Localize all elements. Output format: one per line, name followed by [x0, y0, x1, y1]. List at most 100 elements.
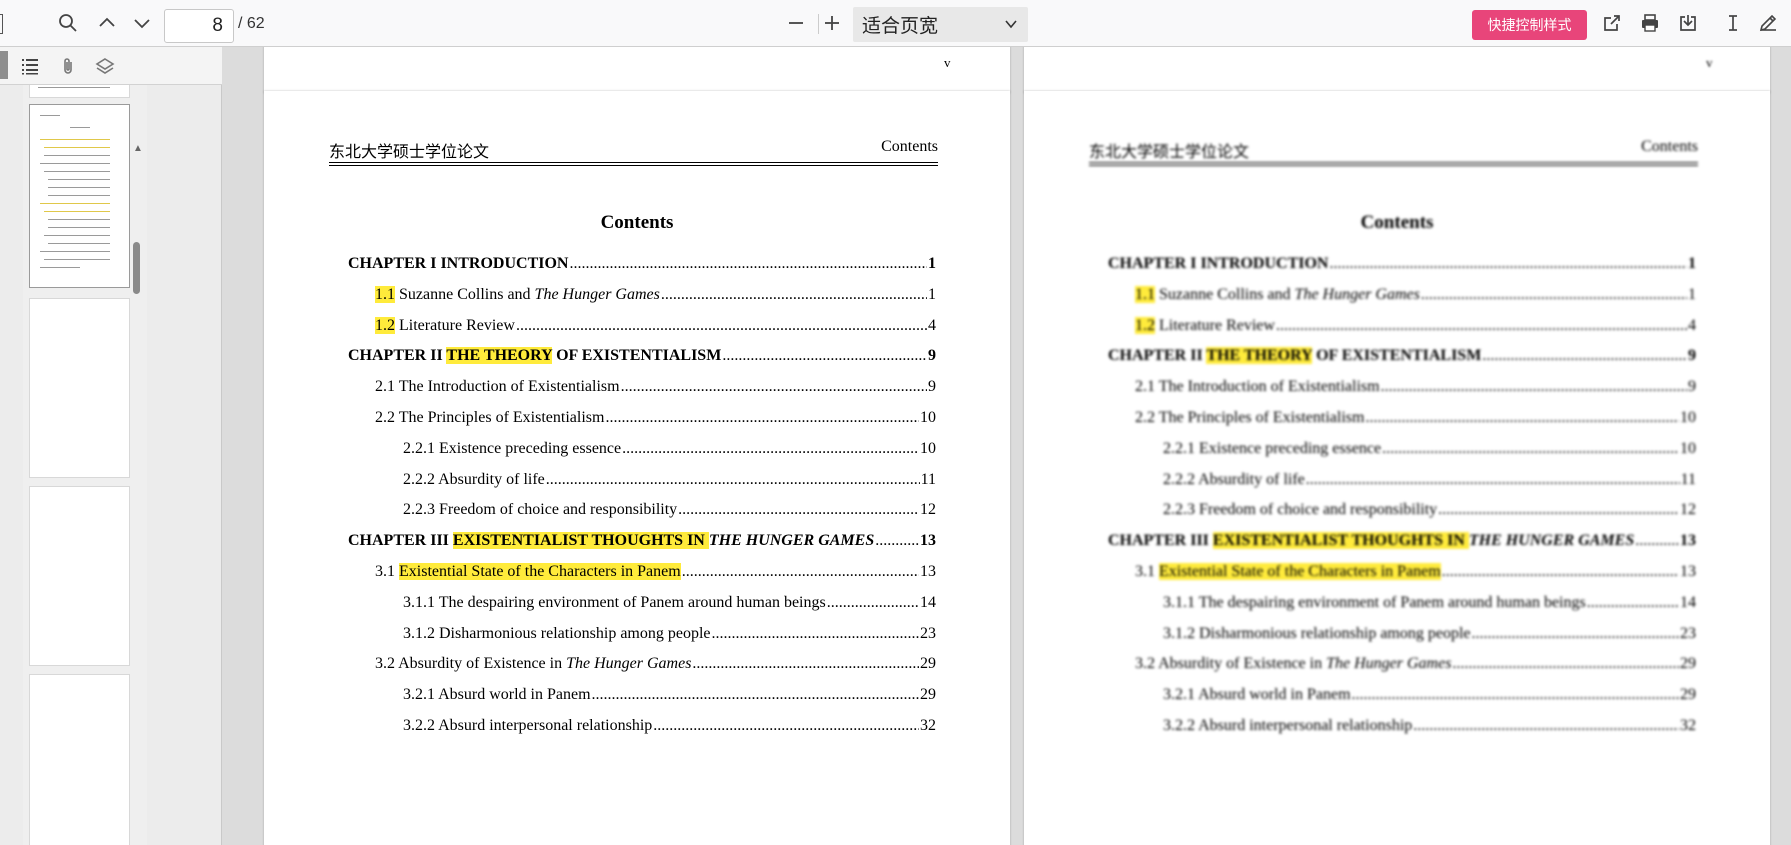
layers-icon[interactable]	[92, 53, 118, 79]
toc-entry-part: Existential State of the Characters in P…	[1159, 563, 1441, 580]
toc-entry-part: The Hunger Games	[1326, 655, 1452, 673]
toc-page-number: 9	[928, 378, 936, 396]
chevron-up-icon[interactable]	[93, 9, 121, 37]
toc-entry-text: CHAPTER I INTRODUCTION	[348, 255, 568, 273]
toc-section-row[interactable]: 3.2 Absurdity of Existence in The Hunger…	[375, 655, 936, 673]
toc-page-number: 1	[928, 285, 936, 303]
toc-section-row[interactable]: 3.1.1 The despairing environment of Pane…	[403, 594, 936, 612]
toc-chapter-row[interactable]: CHAPTER II THE THEORY OF EXISTENTIALISM …	[348, 347, 936, 365]
document-page: 东北大学硕士学位论文 Contents Contents CHAPTER I I…	[1024, 91, 1770, 845]
thumbnail-scrollbar[interactable]	[133, 242, 140, 294]
toc-entry-part: 3.2 Absurdity of Existence in	[1135, 655, 1327, 673]
toc-section-row[interactable]: 3.1.2 Disharmonious relationship among p…	[403, 625, 936, 643]
open-external-icon[interactable]	[1598, 9, 1626, 37]
toc-entry-part: 1.2	[1135, 316, 1155, 334]
header-rule	[329, 162, 938, 163]
outline-list-icon[interactable]	[17, 53, 43, 79]
toc-chapter-row[interactable]: CHAPTER III EXISTENTIALIST THOUGHTS IN T…	[1108, 532, 1696, 550]
text-cursor-icon[interactable]	[1719, 9, 1747, 37]
zoom-select[interactable]: 适合页宽	[853, 7, 1028, 42]
toc-section-row[interactable]: 3.2.1 Absurd world in Panem 29	[1163, 686, 1696, 704]
toc-chapter-row[interactable]: CHAPTER II THE THEORY OF EXISTENTIALISM …	[1108, 347, 1696, 365]
toc-section-row[interactable]: 2.2.2 Absurdity of life 11	[1163, 471, 1696, 489]
toc-entry-text: 3.2.1 Absurd world in Panem	[1163, 686, 1351, 704]
toc-leader-dots	[827, 594, 919, 612]
scroll-up-arrow-icon[interactable]: ▲	[133, 143, 143, 154]
pen-icon[interactable]	[1754, 9, 1782, 37]
page-title: Contents	[1360, 212, 1434, 233]
toc-section-row[interactable]: 3.1 Existential State of the Characters …	[375, 563, 936, 581]
zoom-in-icon[interactable]	[818, 9, 846, 37]
toc-section-row[interactable]: 2.2.3 Freedom of choice and responsibili…	[403, 501, 936, 519]
toc-entry-text: 2.2 The Principles of Existentialism	[375, 409, 604, 427]
toc-entry-part: 1.2	[375, 316, 395, 334]
page-thumbnail[interactable]	[30, 85, 129, 97]
toc-chapter-row[interactable]: CHAPTER I INTRODUCTION 1	[348, 255, 936, 273]
toc-entry-part: 3.1.2 Disharmonious relationship among p…	[1163, 624, 1471, 642]
toc-page-number: 11	[920, 470, 936, 488]
page-thumbnail-selected[interactable]	[30, 105, 129, 287]
page-thumbnail[interactable]	[30, 675, 129, 845]
quick-style-button[interactable]: 快捷控制样式	[1472, 10, 1587, 40]
toc-section-row[interactable]: 3.1.2 Disharmonious relationship among p…	[1163, 625, 1696, 643]
toc-entry-part: 3.1	[375, 563, 399, 580]
toc-page-number: 13	[1680, 563, 1696, 580]
toc-page-number: 11	[1680, 470, 1696, 488]
toc-entry-text: 3.2.2 Absurd interpersonal relationship	[1163, 717, 1412, 735]
page-thumbnail[interactable]	[30, 299, 129, 477]
zoom-out-icon[interactable]	[782, 9, 810, 37]
toc-section-row[interactable]: 2.2 The Principles of Existentialism 10	[1135, 409, 1696, 427]
toc-section-row[interactable]: 3.2 Absurdity of Existence in The Hunger…	[1135, 655, 1696, 673]
toc-section-row[interactable]: 1.1 Suzanne Collins and The Hunger Games…	[1135, 285, 1696, 304]
toc-entry-part: EXISTENTIALIST THOUGHTS IN	[1212, 532, 1469, 550]
toc-leader-dots	[592, 686, 919, 704]
toc-page-number: 32	[920, 717, 936, 734]
toc-chapter-row[interactable]: CHAPTER III EXISTENTIALIST THOUGHTS IN T…	[348, 532, 936, 550]
toc-section-row[interactable]: 2.2.1 Existence preceding essence 10	[403, 440, 936, 458]
chevron-down-icon[interactable]	[128, 9, 156, 37]
toc-section-row[interactable]: 3.1.1 The despairing environment of Pane…	[1163, 594, 1696, 612]
toc-page-number: 13	[920, 563, 936, 580]
toc-leader-dots	[678, 501, 919, 519]
toc-section-row[interactable]: 3.2.1 Absurd world in Panem 29	[403, 686, 936, 704]
sidebar-toggle-icon[interactable]	[0, 14, 3, 34]
toc-entry-text: 3.2 Absurdity of Existence in The Hunger…	[1135, 655, 1451, 673]
attachment-icon[interactable]	[55, 53, 81, 79]
toc-section-row[interactable]: 1.1 Suzanne Collins and The Hunger Games…	[375, 285, 936, 304]
toc-page-number: 10	[1680, 409, 1696, 426]
search-icon[interactable]	[54, 9, 82, 37]
toc-entry-text: 1.2 Literature Review	[375, 316, 515, 335]
toc-entry-text: 2.2.2 Absurdity of life	[403, 471, 545, 489]
toc-section-row[interactable]: 2.1 The Introduction of Existentialism 9	[375, 378, 936, 396]
page-thumbnail[interactable]	[30, 487, 129, 665]
toc-section-row[interactable]: 3.2.2 Absurd interpersonal relationship …	[1163, 717, 1696, 735]
toc-entry-text: 3.2.2 Absurd interpersonal relationship	[403, 717, 652, 735]
page-title: Contents	[600, 212, 674, 233]
toc-section-row[interactable]: 2.1 The Introduction of Existentialism 9	[1135, 378, 1696, 396]
toc-leader-dots	[1635, 532, 1679, 550]
toc-entry-part: THE HUNGER GAMES	[1468, 532, 1635, 550]
toc-entry-part: 3.2 Absurdity of Existence in	[375, 655, 567, 673]
toc-entry-text: CHAPTER II THE THEORY OF EXISTENTIALISM	[1108, 347, 1481, 365]
toc-leader-dots	[875, 532, 919, 550]
toc-section-row[interactable]: 3.1 Existential State of the Characters …	[1135, 563, 1696, 581]
toc-page-number: 23	[1680, 624, 1696, 642]
toc-section-row[interactable]: 2.2 The Principles of Existentialism 10	[375, 409, 936, 427]
toc-leader-dots	[1413, 717, 1679, 735]
toc-section-row[interactable]: 3.2.2 Absurd interpersonal relationship …	[403, 717, 936, 735]
sidebar-active-indicator	[0, 51, 8, 79]
toc-page-number: 1	[1688, 285, 1696, 303]
toc-section-row[interactable]: 1.2 Literature Review 4	[1135, 316, 1696, 335]
toc-chapter-row[interactable]: CHAPTER I INTRODUCTION 1	[1108, 255, 1696, 273]
page-number-input[interactable]	[164, 9, 234, 43]
print-icon[interactable]	[1636, 9, 1664, 37]
toc-section-row[interactable]: 2.2.2 Absurdity of life 11	[403, 471, 936, 489]
toc-page-number: 29	[920, 686, 936, 704]
toc-section-row[interactable]: 1.2 Literature Review 4	[375, 316, 936, 335]
download-icon[interactable]	[1674, 9, 1702, 37]
toc-section-row[interactable]: 2.2.1 Existence preceding essence 10	[1163, 440, 1696, 458]
document-viewport[interactable]: v v 东北大学硕士学位论文 Contents Contents CHAPTER…	[223, 47, 1791, 845]
toc-page-number: 10	[920, 409, 936, 426]
toc-entry-part: The Hunger Games	[1294, 285, 1420, 303]
toc-section-row[interactable]: 2.2.3 Freedom of choice and responsibili…	[1163, 501, 1696, 519]
